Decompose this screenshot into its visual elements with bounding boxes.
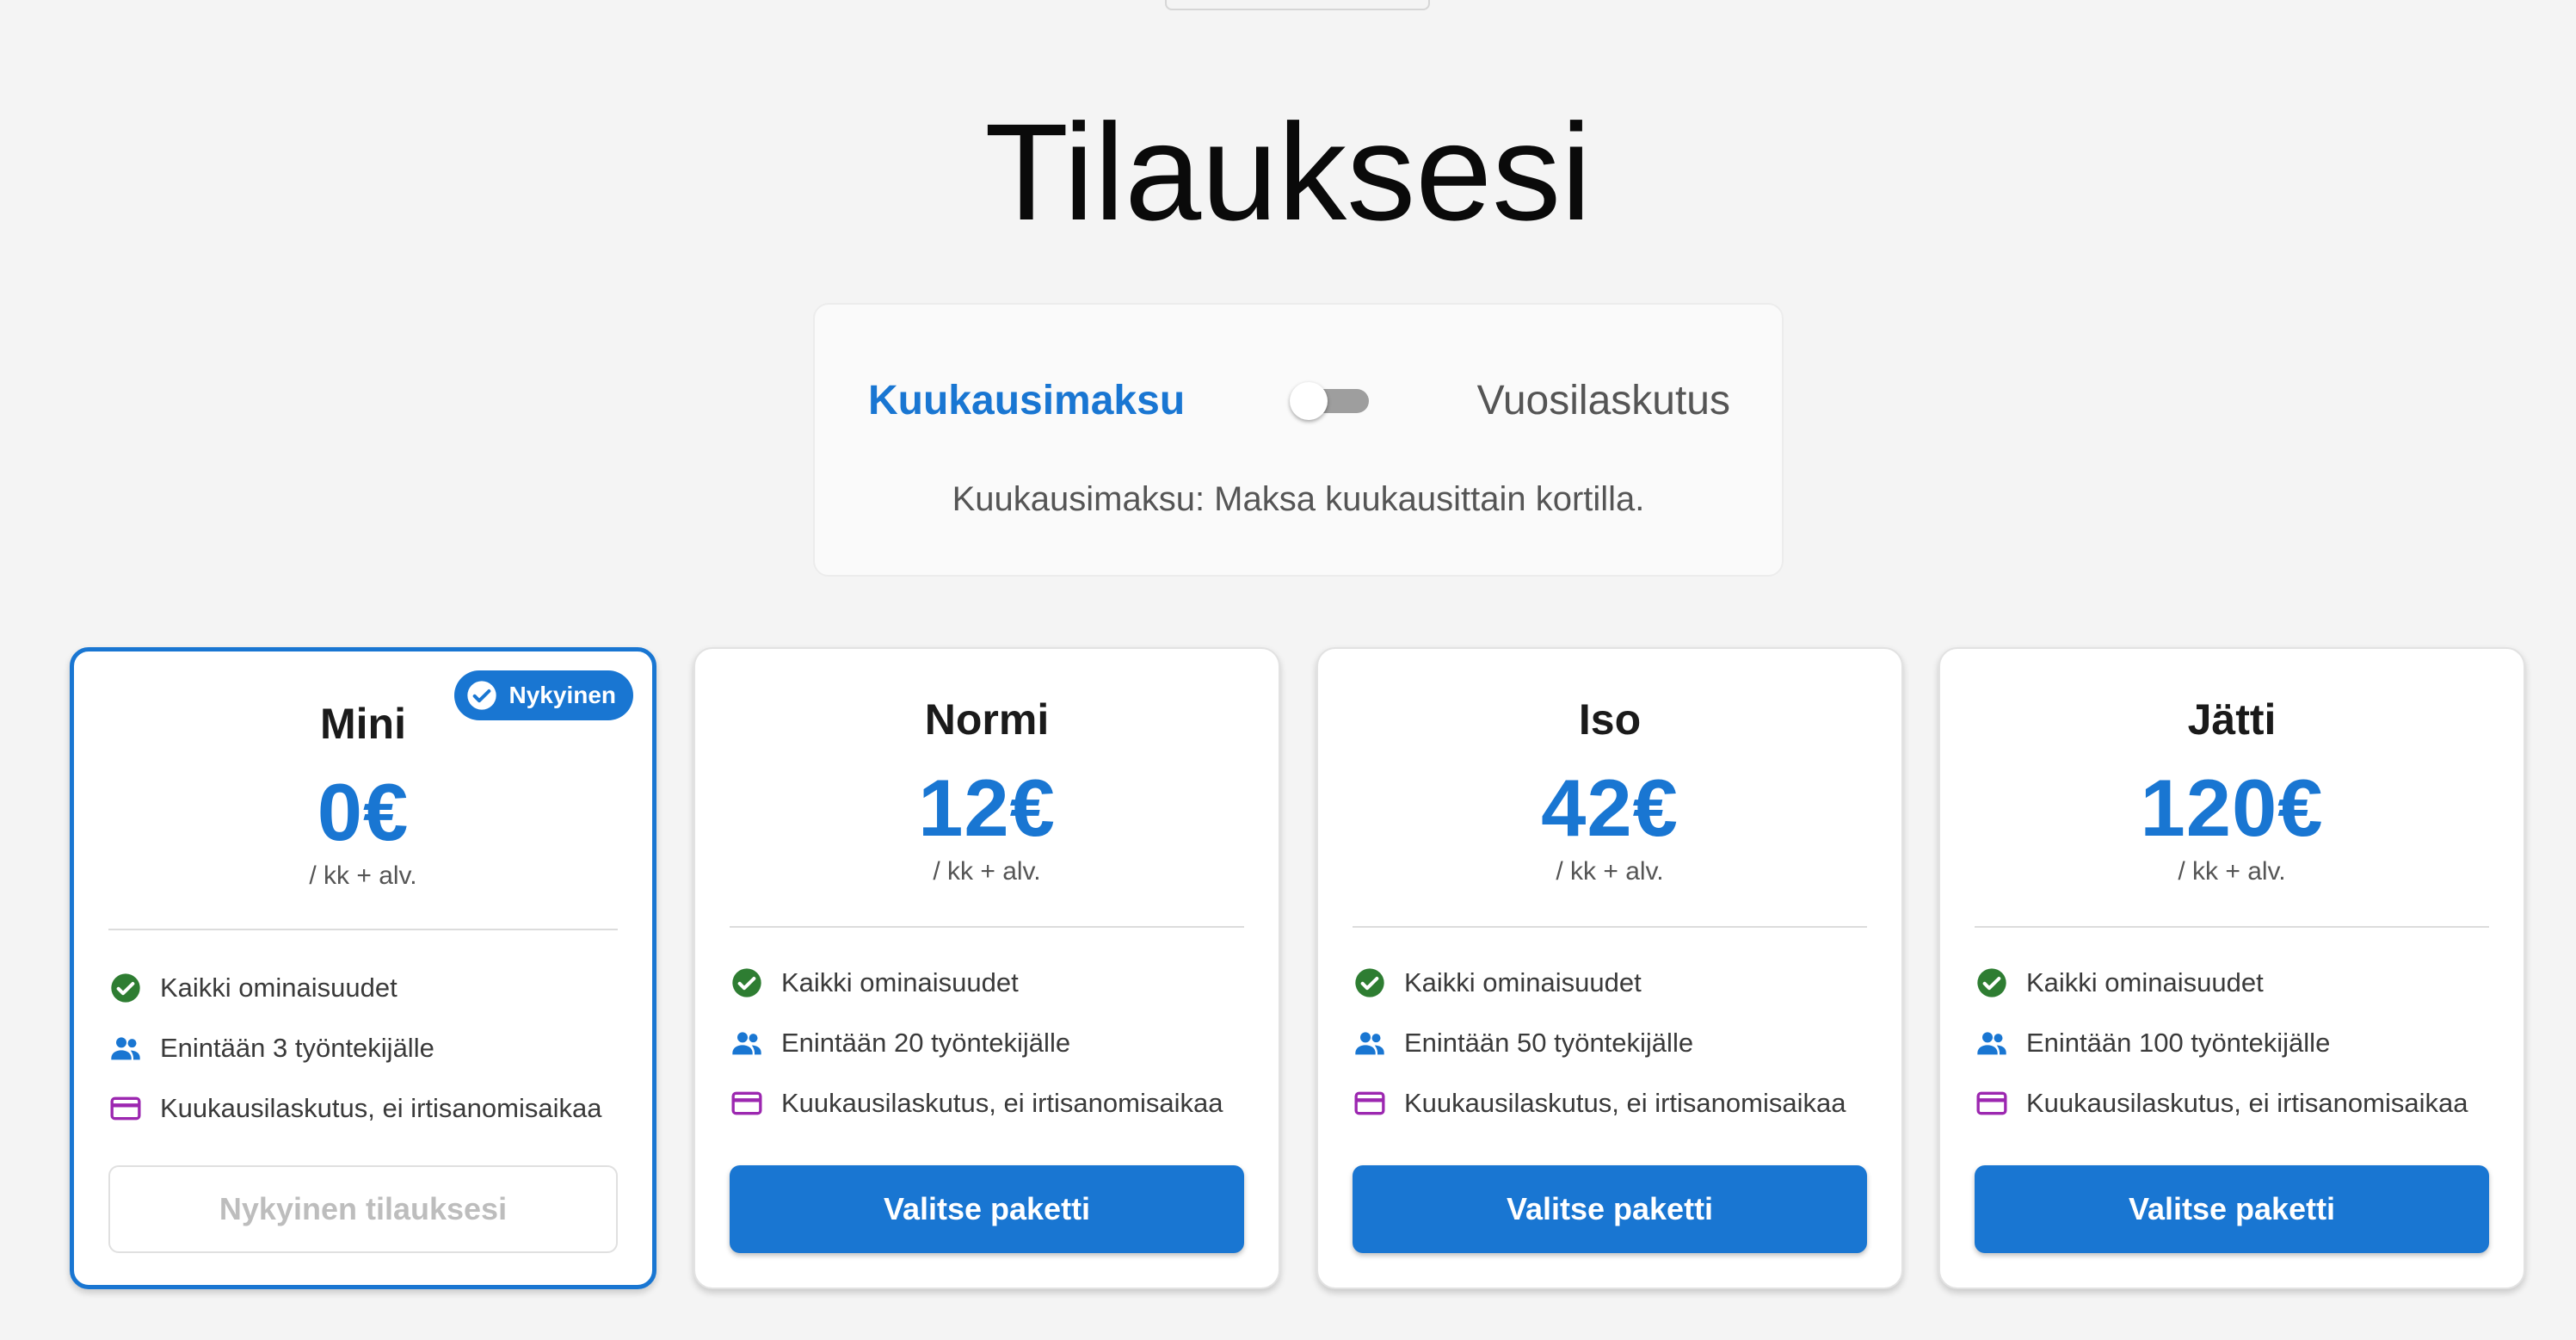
page-title: Tilauksesi	[984, 95, 1592, 249]
plan-price: 0€	[317, 767, 410, 857]
select-plan-button[interactable]: Valitse paketti	[1975, 1165, 2489, 1253]
plan-name: Mini	[320, 700, 406, 748]
feature-text: Kaikki ominaisuudet	[2026, 967, 2264, 997]
current-subscription-button[interactable]: Nykyinen tilauksesi	[108, 1165, 618, 1253]
feature-text: Kaikki ominaisuudet	[160, 973, 397, 1003]
feature-item: Enintään 3 työntekijälle	[108, 1029, 635, 1067]
plan-name: Iso	[1578, 695, 1642, 744]
feature-item: Enintään 50 työntekijälle	[1353, 1024, 1884, 1062]
feature-item: Kuukausilaskutus, ei irtisanomisaikaa	[108, 1090, 635, 1127]
plan-name: Jätti	[2187, 695, 2277, 744]
plan-name: Normi	[924, 695, 1050, 744]
plan-period: / kk + alv.	[933, 857, 1041, 886]
credit-card-icon	[1976, 1091, 2007, 1115]
check-circle-icon	[1355, 968, 1384, 997]
billing-period-toggle[interactable]	[1290, 375, 1376, 427]
plan-card-jatti: Jätti 120€ / kk + alv. Kaikki ominaisuud…	[1938, 647, 2525, 1289]
plan-card-normi: Normi 12€ / kk + alv. Kaikki ominaisuude…	[693, 647, 1280, 1289]
feature-item: Kaikki ominaisuudet	[108, 969, 635, 1007]
people-icon	[1977, 1032, 2006, 1055]
feature-item: Kaikki ominaisuudet	[730, 964, 1261, 1002]
credit-card-icon	[1354, 1091, 1385, 1115]
plan-card-mini: Nykyinen Mini 0€ / kk + alv. Kaikki omin…	[70, 647, 656, 1289]
check-circle-icon	[732, 968, 761, 997]
plan-price: 12€	[918, 763, 1056, 853]
feature-text: Kaikki ominaisuudet	[781, 967, 1019, 997]
plan-divider	[1975, 926, 2489, 928]
feature-item: Enintään 100 työntekijälle	[1975, 1024, 2506, 1062]
feature-item: Enintään 20 työntekijälle	[730, 1024, 1261, 1062]
plan-period: / kk + alv.	[1556, 857, 1664, 886]
feature-item: Kaikki ominaisuudet	[1975, 964, 2506, 1002]
top-tab-edge	[1165, 0, 1430, 10]
people-icon	[1355, 1032, 1384, 1055]
feature-item: Kaikki ominaisuudet	[1353, 964, 1884, 1002]
billing-description: Kuukausimaksu: Maksa kuukausittain korti…	[952, 480, 1645, 518]
feature-item: Kuukausilaskutus, ei irtisanomisaikaa	[730, 1084, 1261, 1122]
plan-divider	[108, 929, 618, 930]
feature-text: Enintään 20 työntekijälle	[781, 1028, 1071, 1058]
check-circle-icon	[1977, 968, 2006, 997]
credit-card-icon	[110, 1096, 141, 1121]
plan-divider	[1353, 926, 1867, 928]
feature-item: Kuukausilaskutus, ei irtisanomisaikaa	[1353, 1084, 1884, 1122]
feature-item: Kuukausilaskutus, ei irtisanomisaikaa	[1975, 1084, 2506, 1122]
billing-option-monthly[interactable]: Kuukausimaksu	[868, 377, 1185, 425]
credit-card-icon	[731, 1091, 762, 1115]
feature-text: Enintään 3 työntekijälle	[160, 1033, 434, 1063]
plan-card-iso: Iso 42€ / kk + alv. Kaikki ominaisuudet …	[1316, 647, 1903, 1289]
feature-text: Kuukausilaskutus, ei irtisanomisaikaa	[160, 1093, 602, 1123]
feature-text: Kuukausilaskutus, ei irtisanomisaikaa	[1404, 1088, 1846, 1118]
people-icon	[732, 1032, 761, 1055]
plan-price: 42€	[1541, 763, 1679, 853]
billing-option-yearly[interactable]: Vuosilaskutus	[1477, 377, 1730, 425]
feature-text: Kaikki ominaisuudet	[1404, 967, 1642, 997]
toggle-thumb	[1290, 382, 1328, 420]
select-plan-button[interactable]: Valitse paketti	[730, 1165, 1244, 1253]
feature-text: Kuukausilaskutus, ei irtisanomisaikaa	[781, 1088, 1223, 1118]
people-icon	[111, 1037, 140, 1060]
feature-text: Enintään 50 työntekijälle	[1404, 1028, 1694, 1058]
plan-period: / kk + alv.	[309, 861, 417, 890]
select-plan-button[interactable]: Valitse paketti	[1353, 1165, 1867, 1253]
feature-text: Enintään 100 työntekijälle	[2026, 1028, 2331, 1058]
check-circle-icon	[111, 973, 140, 1003]
plan-divider	[730, 926, 1244, 928]
feature-text: Kuukausilaskutus, ei irtisanomisaikaa	[2026, 1088, 2468, 1118]
plan-period: / kk + alv.	[2178, 857, 2286, 886]
plan-price: 120€	[2140, 763, 2324, 853]
billing-period-card: Kuukausimaksu Vuosilaskutus Kuukausimaks…	[813, 303, 1784, 577]
